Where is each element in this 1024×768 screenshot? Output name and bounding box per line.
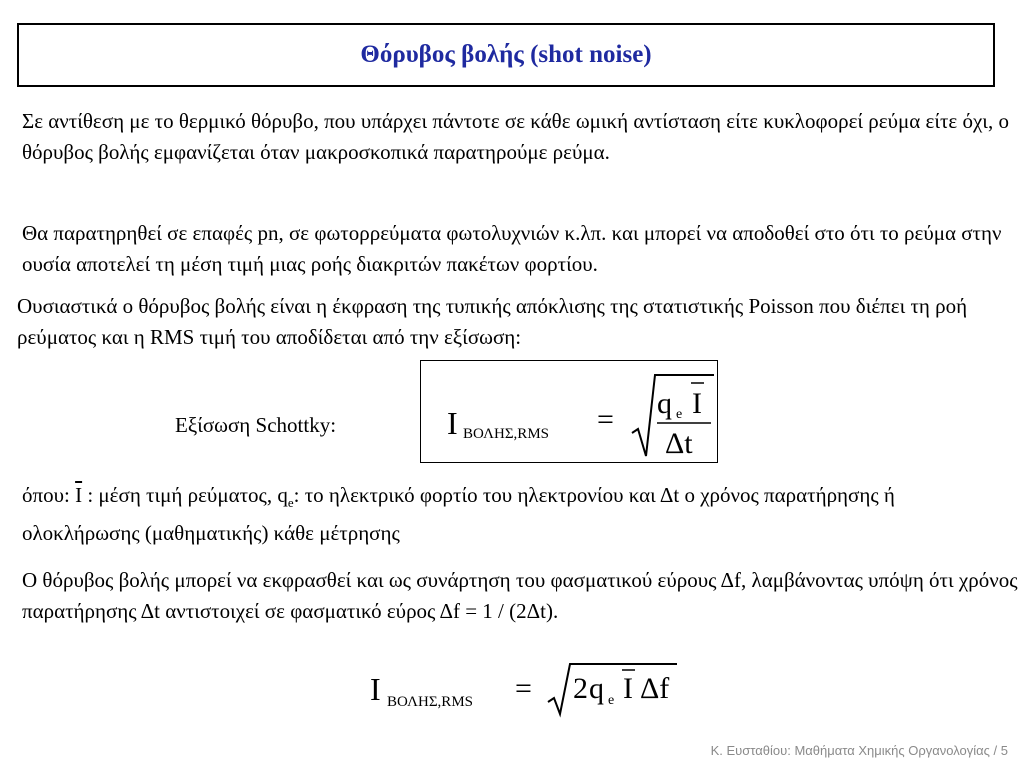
- eq1-numerator-i: I: [692, 387, 702, 420]
- schottky-equation-box: I ΒΟΛΗΣ,RMS = q e I Δt: [420, 360, 718, 463]
- paragraph-bandwidth: Ο θόρυβος βολής μπορεί να εκφρασθεί και …: [22, 568, 1018, 623]
- eq2-q: q: [589, 672, 604, 705]
- paragraph-occurrence: Θα παρατηρηθεί σε επαφές pn, σε φωτορρεύ…: [22, 221, 1002, 276]
- title-box: Θόρυβος βολής (shot noise): [17, 23, 995, 87]
- eq2-lhs-i: I: [370, 671, 381, 707]
- eq2-df: Δf: [640, 672, 669, 705]
- paragraph-thermal-comparison: Σε αντίθεση με το θερμικό θόρυβο, που υπ…: [22, 109, 1009, 164]
- paragraph-poisson: Ουσιαστικά ο θόρυβος βολής είναι η έκφρα…: [17, 294, 968, 349]
- eq2-two: 2: [573, 672, 588, 705]
- eq2-q-sub: e: [608, 693, 614, 708]
- eq1-numerator-q: q: [657, 387, 672, 420]
- eq1-numerator-q-sub: e: [676, 407, 682, 422]
- eq1-equals: =: [597, 403, 614, 436]
- eq2-equals: =: [515, 672, 532, 705]
- where-prefix: όπου:: [22, 483, 76, 507]
- bandwidth-equation: I ΒΟΛΗΣ,RMS = 2 q e I Δf: [370, 663, 677, 718]
- paragraph-where: όπου: I : μέση τιμή ρεύματος, qe: το ηλε…: [22, 480, 1012, 549]
- slide-footer: Κ. Ευσταθίου: Μαθήματα Χημικής Οργανολογ…: [710, 743, 1008, 758]
- eq2-i: I: [623, 672, 633, 705]
- eq2-lhs-subscript: ΒΟΛΗΣ,RMS: [387, 694, 473, 710]
- eq1-denominator: Δt: [665, 427, 693, 460]
- schottky-label: Εξίσωση Schottky:: [175, 413, 337, 437]
- slide-title: Θόρυβος βολής (shot noise): [360, 41, 652, 68]
- eq1-lhs-subscript: ΒΟΛΗΣ,RMS: [463, 426, 549, 442]
- eq1-lhs-i: I: [447, 405, 458, 441]
- where-i-desc: : μέση τιμή ρεύματος, q: [82, 483, 288, 507]
- schottky-equation: I ΒΟΛΗΣ,RMS = q e I Δt: [447, 374, 714, 460]
